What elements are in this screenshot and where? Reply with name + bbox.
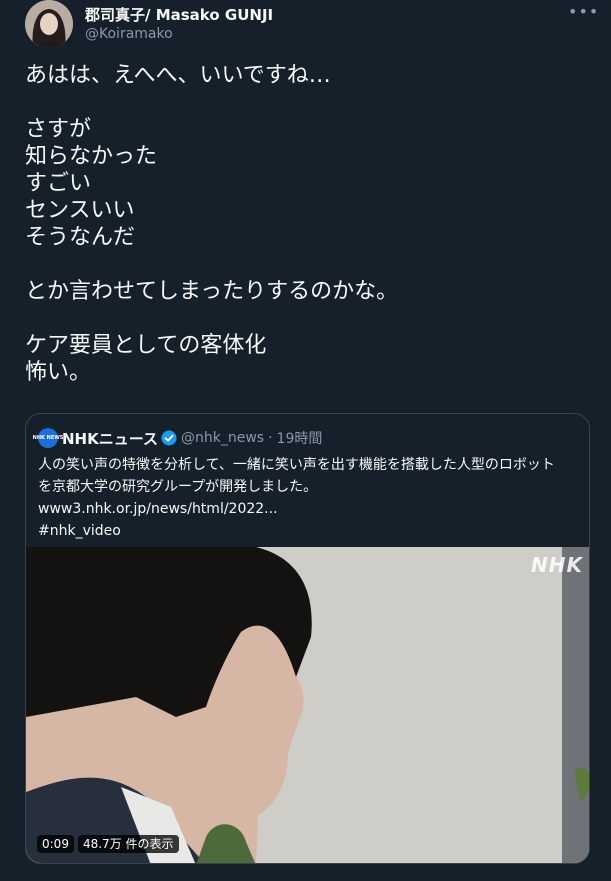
avatar[interactable] xyxy=(25,0,73,48)
author-handle[interactable]: @Koiramako xyxy=(85,26,173,42)
video-info-badges: 0:09 48.7万 件の表示 xyxy=(37,835,179,853)
author-name[interactable]: 郡司真子/ Masako GUNJI xyxy=(85,4,273,25)
video-duration: 0:09 xyxy=(37,835,74,853)
avatar-photo xyxy=(25,0,73,48)
quoted-hashtag[interactable]: #nhk_video xyxy=(38,520,578,542)
quoted-author-name[interactable]: NHKニュース xyxy=(62,428,158,449)
quoted-author-handle[interactable]: @nhk_news xyxy=(181,430,264,446)
quoted-link[interactable]: www3.nhk.or.jp/news/html/2022... xyxy=(38,498,578,520)
quoted-text-line: 人の笑い声の特徴を分析して、一緒に笑い声を出す機能を搭載した人型のロボット xyxy=(38,457,555,473)
nhk-news-avatar[interactable]: NHK NEWS xyxy=(33,428,63,448)
quoted-tweet[interactable]: NHK NEWS NHKニュース @nhk_news · 19時間 人の笑い声の… xyxy=(25,413,590,864)
more-dots-icon: ••• xyxy=(568,2,600,21)
video-player[interactable]: NHK 0:09 48.7万 件の表示 xyxy=(26,547,589,863)
tweet-text: あはは、えへへ、いいですね… さすが 知らなかった すごい センスいい そうなん… xyxy=(25,63,399,385)
video-thumbnail xyxy=(26,547,589,863)
separator-dot: · xyxy=(268,430,273,446)
verified-badge-icon xyxy=(161,430,177,446)
tweet: 郡司真子/ Masako GUNJI @Koiramako ••• あはは、えへ… xyxy=(0,0,611,881)
nhk-watermark: NHK xyxy=(531,553,583,577)
more-options-button[interactable]: ••• xyxy=(568,2,600,26)
quoted-timestamp[interactable]: 19時間 xyxy=(277,428,323,448)
video-view-count: 48.7万 件の表示 xyxy=(77,835,179,853)
quoted-tweet-text: 人の笑い声の特徴を分析して、一緒に笑い声を出す機能を搭載した人型のロボット を京… xyxy=(38,454,578,542)
quoted-tweet-header: NHK NEWS NHKニュース @nhk_news · 19時間 xyxy=(33,428,323,449)
quoted-text-line: を京都大学の研究グループが開発しました。 xyxy=(38,479,318,495)
